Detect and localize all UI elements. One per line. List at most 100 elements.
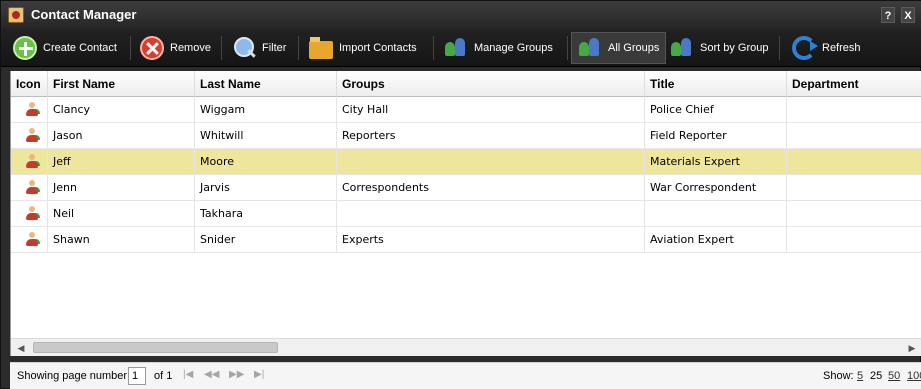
title-cell <box>645 201 787 226</box>
app-icon <box>8 7 24 23</box>
groups-cell: City Hall <box>337 97 645 122</box>
department-cell <box>787 227 921 252</box>
table-row[interactable]: Jenn Jarvis Correspondents War Correspon… <box>11 175 921 201</box>
title-cell: War Correspondent <box>645 175 787 200</box>
page-number-input[interactable] <box>128 367 146 385</box>
showing-page-label: Showing page number <box>17 370 128 382</box>
sort-by-group-button[interactable]: Sort by Group <box>664 32 774 64</box>
contacts-grid: Icon First Name Last Name Groups Title D… <box>10 71 921 356</box>
department-column-header[interactable]: Department <box>787 71 921 97</box>
title-column-header[interactable]: Title <box>645 71 787 97</box>
create-contact-button[interactable]: Create Contact <box>7 32 123 64</box>
page-size-50[interactable]: 50 <box>888 370 900 382</box>
remove-icon <box>140 36 164 60</box>
first-name-column-header[interactable]: First Name <box>48 71 195 97</box>
title-cell: Police Chief <box>645 97 787 122</box>
last-name-cell: Takhara <box>195 201 337 226</box>
create-contact-label: Create Contact <box>43 42 117 54</box>
pagination-footer: Showing page number of 1 |◀ ◀◀ ▶▶ ▶| Sho… <box>10 362 921 389</box>
department-cell <box>787 201 921 226</box>
groups-cell: Experts <box>337 227 645 252</box>
title-cell: Aviation Expert <box>645 227 787 252</box>
people-icon <box>578 36 602 60</box>
person-icon <box>25 206 39 220</box>
first-name-cell: Jeff <box>48 149 195 174</box>
department-cell <box>787 149 921 174</box>
scroll-thumb[interactable] <box>33 342 278 353</box>
manage-groups-label: Manage Groups <box>474 42 553 54</box>
icon-column-header[interactable]: Icon <box>11 71 48 97</box>
toolbar-separator <box>221 36 222 60</box>
last-name-cell: Snider <box>195 227 337 252</box>
manage-groups-button[interactable]: Manage Groups <box>438 32 559 64</box>
person-icon <box>25 154 39 168</box>
sort-by-group-label: Sort by Group <box>700 42 769 54</box>
previous-page-icon[interactable]: ◀◀ <box>204 369 219 380</box>
icon-cell <box>11 97 48 122</box>
table-row[interactable]: Neil Takhara <box>11 201 921 227</box>
groups-cell <box>337 201 645 226</box>
table-row[interactable]: Shawn Snider Experts Aviation Expert <box>11 227 921 253</box>
toolbar-separator <box>130 36 131 60</box>
groups-cell: Reporters <box>337 123 645 148</box>
people-icon <box>670 36 694 60</box>
next-page-icon[interactable]: ▶▶ <box>229 369 244 380</box>
all-groups-label: All Groups <box>608 42 660 54</box>
groups-cell: Correspondents <box>337 175 645 200</box>
remove-label: Remove <box>170 42 211 54</box>
close-button[interactable]: X <box>901 7 915 23</box>
groups-column-header[interactable]: Groups <box>337 71 645 97</box>
last-name-cell: Wiggam <box>195 97 337 122</box>
show-label: Show: <box>823 370 854 382</box>
person-icon <box>25 128 39 142</box>
scroll-right-icon[interactable]: ▶ <box>907 343 917 353</box>
title-bar: Contact Manager ? X <box>1 1 921 29</box>
department-cell <box>787 97 921 122</box>
import-contacts-button[interactable]: Import Contacts <box>303 32 423 64</box>
toolbar-separator <box>779 36 780 60</box>
contact-manager-window: Contact Manager ? X Create Contact Remov… <box>0 0 921 389</box>
person-icon <box>25 232 39 246</box>
title-cell: Field Reporter <box>645 123 787 148</box>
table-row[interactable]: Jason Whitwill Reporters Field Reporter <box>11 123 921 149</box>
last-name-column-header[interactable]: Last Name <box>195 71 337 97</box>
last-page-icon[interactable]: ▶| <box>254 369 264 380</box>
last-name-cell: Moore <box>195 149 337 174</box>
icon-cell <box>11 123 48 148</box>
first-name-cell: Jason <box>48 123 195 148</box>
first-name-cell: Jenn <box>48 175 195 200</box>
page-size-100[interactable]: 100 <box>907 370 921 382</box>
import-contacts-label: Import Contacts <box>339 42 417 54</box>
person-icon <box>25 180 39 194</box>
horizontal-scrollbar[interactable]: ◀ ▶ <box>11 338 921 356</box>
last-name-cell: Jarvis <box>195 175 337 200</box>
table-row[interactable]: Jeff Moore Materials Expert <box>11 149 921 175</box>
grid-header: Icon First Name Last Name Groups Title D… <box>11 71 921 97</box>
help-button[interactable]: ? <box>881 7 895 23</box>
last-name-cell: Whitwill <box>195 123 337 148</box>
magnifier-icon <box>232 36 256 60</box>
first-page-icon[interactable]: |◀ <box>183 369 193 380</box>
person-icon <box>25 102 39 116</box>
department-cell <box>787 123 921 148</box>
icon-cell <box>11 227 48 252</box>
plus-icon <box>13 36 37 60</box>
refresh-label: Refresh <box>822 42 861 54</box>
page-size-25[interactable]: 25 <box>870 370 882 382</box>
groups-cell <box>337 149 645 174</box>
table-row[interactable]: Clancy Wiggam City Hall Police Chief <box>11 97 921 123</box>
all-groups-button[interactable]: All Groups <box>571 32 667 64</box>
refresh-button[interactable]: Refresh <box>786 32 867 64</box>
icon-cell <box>11 201 48 226</box>
icon-cell <box>11 149 48 174</box>
scroll-left-icon[interactable]: ◀ <box>16 343 26 353</box>
toolbar-separator <box>433 36 434 60</box>
toolbar-separator <box>298 36 299 60</box>
toolbar: Create Contact Remove Filter Import Cont… <box>1 29 921 67</box>
window-title: Contact Manager <box>31 7 137 22</box>
first-name-cell: Shawn <box>48 227 195 252</box>
page-size-5[interactable]: 5 <box>857 370 863 382</box>
filter-label: Filter <box>262 42 287 54</box>
filter-button[interactable]: Filter <box>226 32 292 64</box>
remove-button[interactable]: Remove <box>134 32 217 64</box>
